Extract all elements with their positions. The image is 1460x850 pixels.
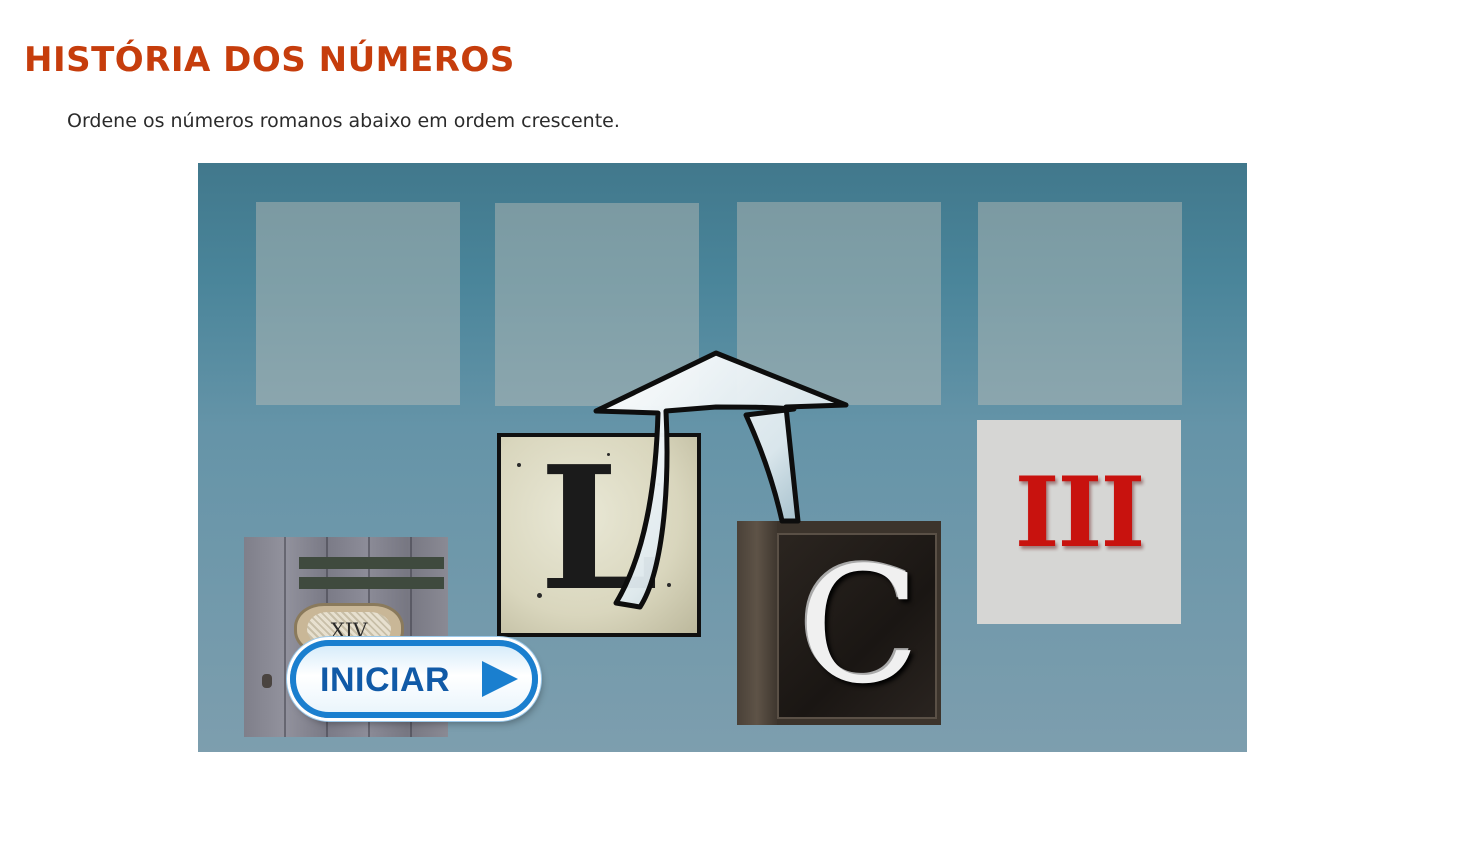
play-icon	[482, 661, 518, 697]
drop-slot-1[interactable]	[256, 202, 460, 405]
start-button[interactable]: INICIAR	[290, 640, 538, 718]
card-iii[interactable]: III	[977, 420, 1181, 624]
drop-slot-4[interactable]	[978, 202, 1182, 405]
curved-arrow-up-icon	[593, 350, 849, 610]
card-texture	[299, 557, 444, 569]
instruction-text: Ordene os números romanos abaixo em orde…	[67, 110, 620, 132]
card-texture	[299, 577, 444, 589]
card-texture	[284, 537, 286, 737]
numeral-iii-label: III	[1014, 456, 1146, 569]
page-title: HISTÓRIA DOS NÚMEROS	[24, 40, 515, 80]
game-stage: XIV L C III INICIAR	[198, 163, 1247, 752]
door-knob-icon	[262, 674, 272, 688]
numeral-xiv-label: XIV	[330, 618, 368, 642]
start-button-label: INICIAR	[320, 661, 451, 699]
